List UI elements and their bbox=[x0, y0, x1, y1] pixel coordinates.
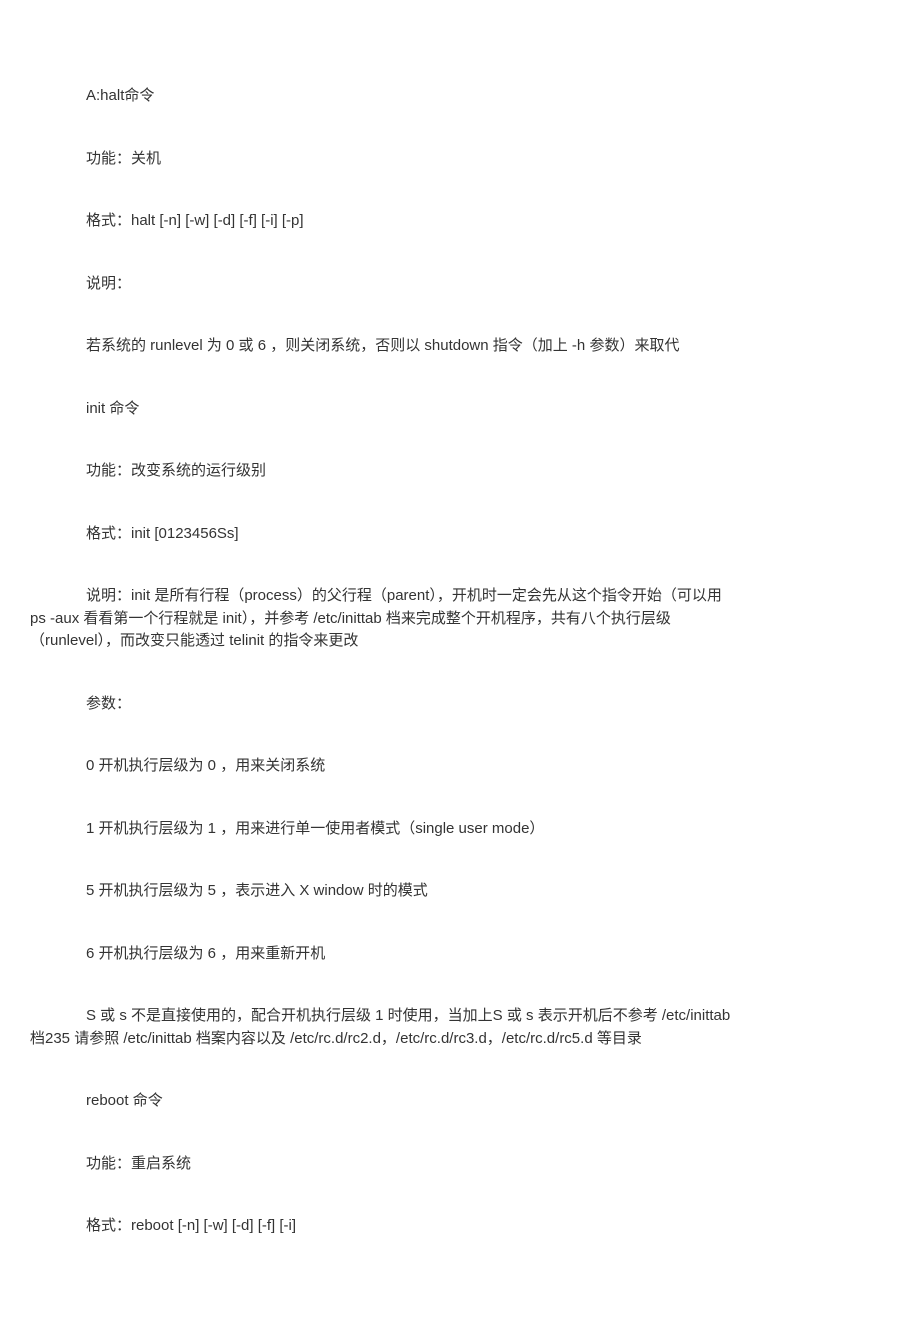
paragraph-param-s: S 或 s 不是直接使用的，配合开机执行层级 1 时使用，当加上S 或 s 表示… bbox=[30, 1005, 890, 1050]
paragraph-halt-format: 格式：halt [-n] [-w] [-d] [-f] [-i] [-p] bbox=[30, 210, 890, 233]
paragraph-param-6: 6 开机执行层级为 6 ，用来重新开机 bbox=[30, 943, 890, 966]
paragraph-reboot-title: reboot 命令 bbox=[30, 1090, 890, 1113]
paragraph-param-5: 5 开机执行层级为 5 ，表示进入 X window 时的模式 bbox=[30, 880, 890, 903]
paragraph-halt-title: A:halt命令 bbox=[30, 85, 890, 108]
paragraph-init-description-line1: 说明：init 是所有行程（process）的父行程（parent），开机时一定… bbox=[30, 585, 890, 608]
paragraph-reboot-format: 格式：reboot [-n] [-w] [-d] [-f] [-i] bbox=[30, 1215, 890, 1238]
paragraph-init-format: 格式：init [0123456Ss] bbox=[30, 523, 890, 546]
paragraph-init-description: 说明：init 是所有行程（process）的父行程（parent），开机时一定… bbox=[30, 585, 890, 653]
paragraph-halt-description-label: 说明： bbox=[30, 273, 890, 296]
paragraph-reboot-function: 功能：重启系统 bbox=[30, 1153, 890, 1176]
paragraph-init-function: 功能：改变系统的运行级别 bbox=[30, 460, 890, 483]
paragraph-halt-function: 功能：关机 bbox=[30, 148, 890, 171]
paragraph-param-s-line2: 档235 请参照 /etc/inittab 档案内容以及 /etc/rc.d/r… bbox=[30, 1028, 890, 1051]
paragraph-params-label: 参数： bbox=[30, 693, 890, 716]
paragraph-init-title: init 命令 bbox=[30, 398, 890, 421]
paragraph-param-1: 1 开机执行层级为 1 ，用来进行单一使用者模式（single user mod… bbox=[30, 818, 890, 841]
paragraph-param-s-line1: S 或 s 不是直接使用的，配合开机执行层级 1 时使用，当加上S 或 s 表示… bbox=[30, 1005, 890, 1028]
paragraph-init-description-line2: ps -aux 看看第一个行程就是 init），并参考 /etc/inittab… bbox=[30, 608, 890, 631]
paragraph-init-description-line3: （runlevel），而改变只能透过 telinit 的指令来更改 bbox=[30, 630, 890, 653]
paragraph-param-0: 0 开机执行层级为 0 ，用来关闭系统 bbox=[30, 755, 890, 778]
paragraph-halt-description: 若系统的 runlevel 为 0 或 6 ，则关闭系统，否则以 shutdow… bbox=[30, 335, 890, 358]
